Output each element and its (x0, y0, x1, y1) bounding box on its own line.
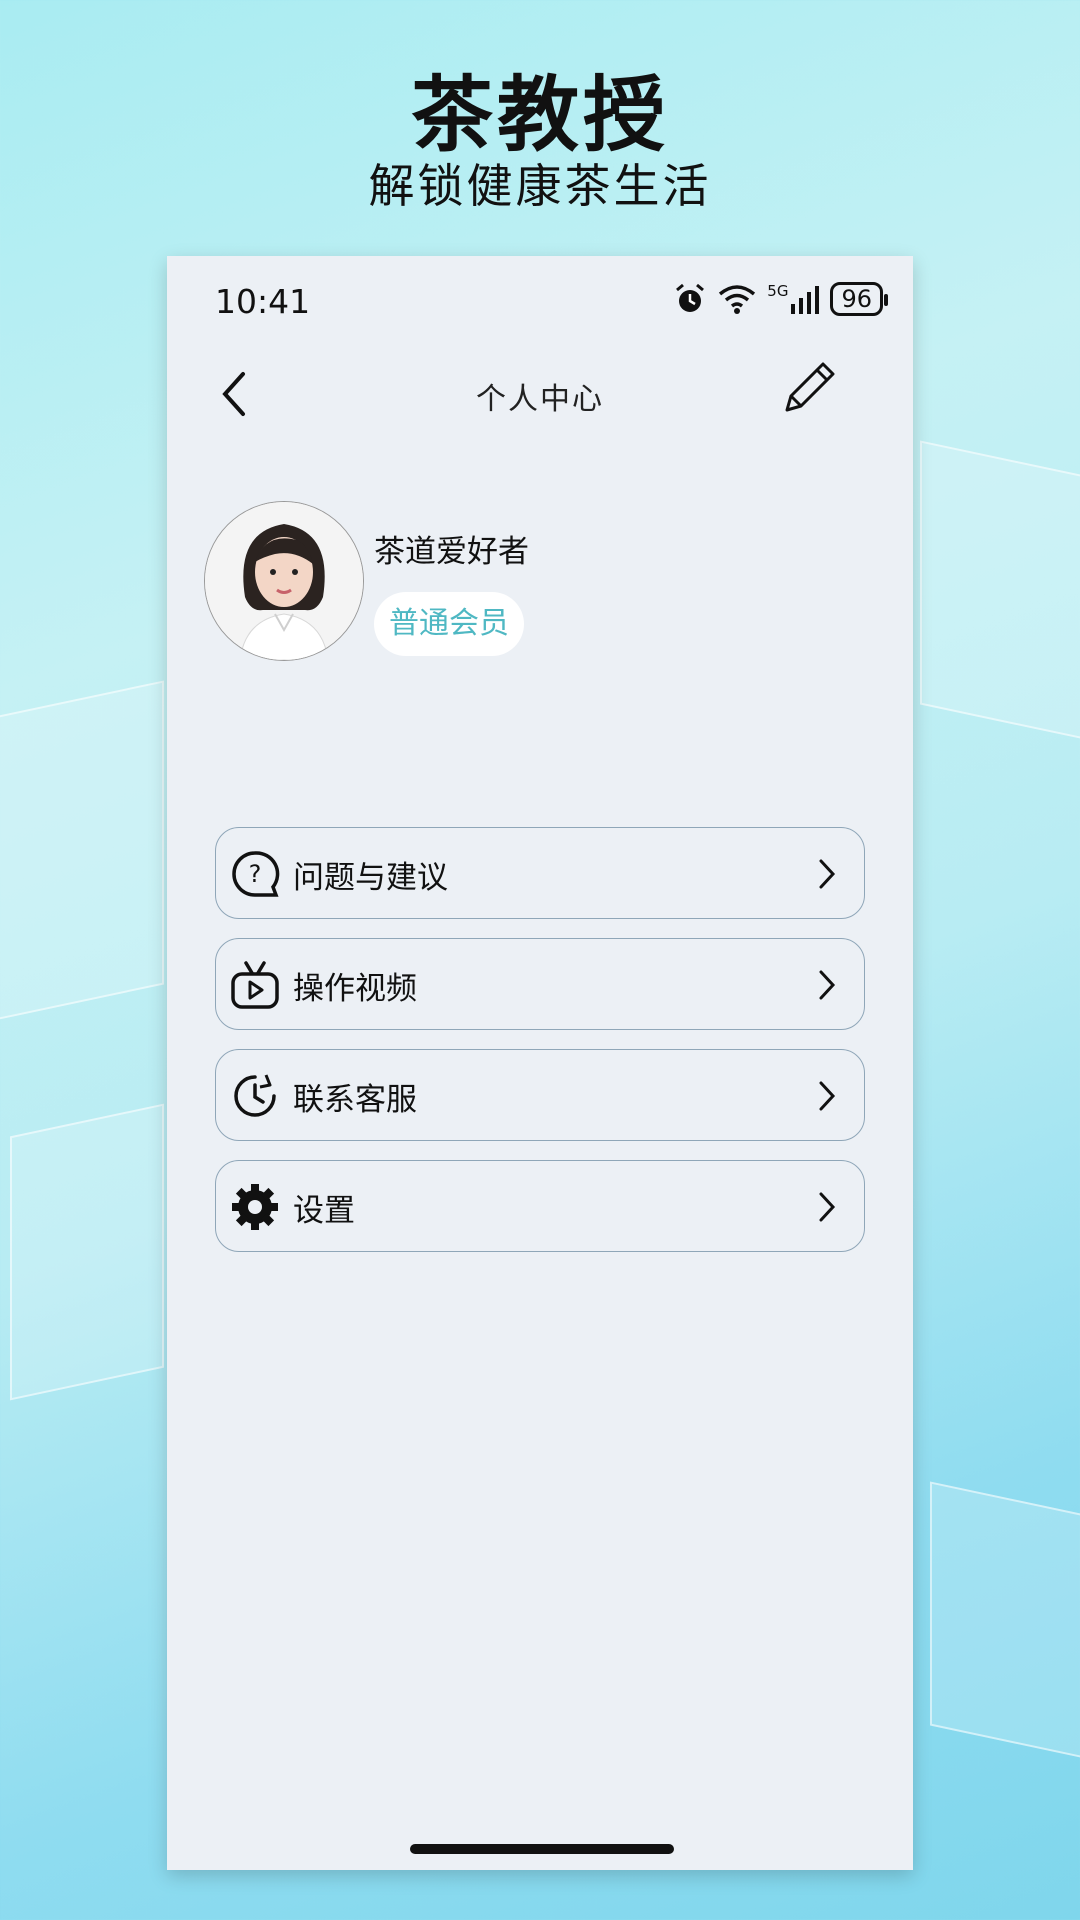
background-cube (920, 440, 1080, 744)
menu-item-label: 操作视频 (293, 971, 417, 1007)
member-badge: 普通会员 (374, 592, 524, 656)
battery-indicator: 96 (830, 282, 888, 316)
status-time: 10:41 (215, 282, 311, 321)
background-cube (0, 680, 164, 1024)
username: 茶道爱好者 (374, 534, 529, 570)
home-indicator[interactable] (410, 1844, 674, 1854)
menu-item-settings[interactable]: 设置 (215, 1160, 865, 1252)
menu-item-contact-support[interactable]: 联系客服 (215, 1049, 865, 1141)
menu-item-label: 联系客服 (293, 1082, 417, 1118)
background-cube (930, 1481, 1080, 1763)
menu-list: ? 问题与建议 操作视频 联系客服 设置 (215, 827, 865, 1271)
chevron-right-icon (819, 859, 836, 889)
menu-item-videos[interactable]: 操作视频 (215, 938, 865, 1030)
promo-subtitle: 解锁健康茶生活 (368, 159, 712, 213)
avatar-portrait (205, 502, 363, 660)
chevron-right-icon (819, 1081, 836, 1111)
menu-item-label: 设置 (293, 1193, 355, 1229)
status-icons: 5G 96 (673, 282, 888, 316)
menu-item-label: 问题与建议 (293, 860, 448, 896)
gear-icon (232, 1184, 278, 1230)
pencil-icon (785, 362, 835, 412)
chevron-right-icon (819, 1192, 836, 1222)
avatar[interactable] (204, 501, 364, 661)
wifi-icon (719, 285, 756, 314)
chevron-right-icon (819, 970, 836, 1000)
signal-icon (791, 286, 820, 314)
background-cube (10, 1103, 164, 1401)
video-tv-icon (231, 961, 279, 1009)
phone-screen: 10:41 5G 96 个人中心 茶道爱好者 普通会员 ? 问题与建议 操作视频… (167, 256, 913, 1870)
question-bubble-icon: ? (232, 851, 280, 897)
clock-arrow-icon (234, 1074, 276, 1117)
alarm-icon (676, 283, 705, 312)
edit-profile-button[interactable] (779, 356, 841, 418)
svg-text:?: ? (249, 860, 262, 888)
network-label: 5G (767, 282, 789, 300)
menu-item-feedback[interactable]: ? 问题与建议 (215, 827, 865, 919)
